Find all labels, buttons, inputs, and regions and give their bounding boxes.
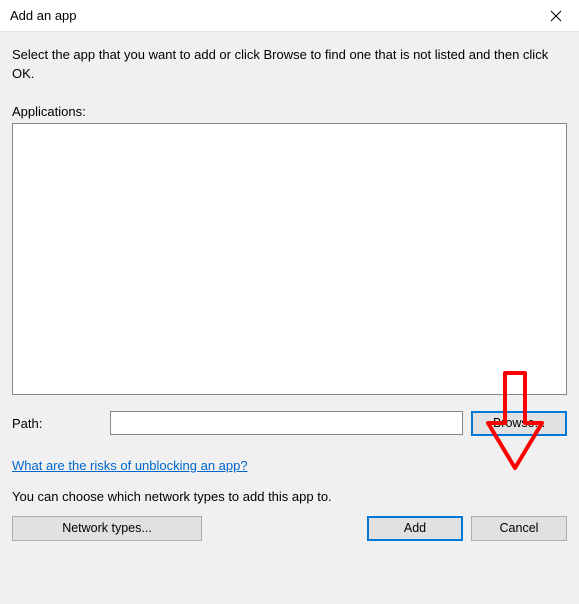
risks-link[interactable]: What are the risks of unblocking an app? bbox=[12, 458, 248, 473]
window-title: Add an app bbox=[10, 8, 77, 23]
network-description: You can choose which network types to ad… bbox=[12, 489, 567, 504]
button-row: Network types... Add Cancel bbox=[12, 516, 567, 541]
path-input[interactable] bbox=[110, 411, 463, 435]
close-button[interactable] bbox=[533, 0, 579, 32]
network-types-button[interactable]: Network types... bbox=[12, 516, 202, 541]
browse-button[interactable]: Browse... bbox=[471, 411, 567, 436]
instruction-text: Select the app that you want to add or c… bbox=[12, 46, 567, 84]
cancel-button[interactable]: Cancel bbox=[471, 516, 567, 541]
path-row: Path: Browse... bbox=[12, 411, 567, 436]
applications-label: Applications: bbox=[12, 104, 567, 119]
applications-listbox[interactable] bbox=[12, 123, 567, 395]
close-icon bbox=[550, 10, 562, 22]
add-button[interactable]: Add bbox=[367, 516, 463, 541]
path-label: Path: bbox=[12, 416, 102, 431]
titlebar: Add an app bbox=[0, 0, 579, 32]
dialog-content: Select the app that you want to add or c… bbox=[0, 32, 579, 604]
